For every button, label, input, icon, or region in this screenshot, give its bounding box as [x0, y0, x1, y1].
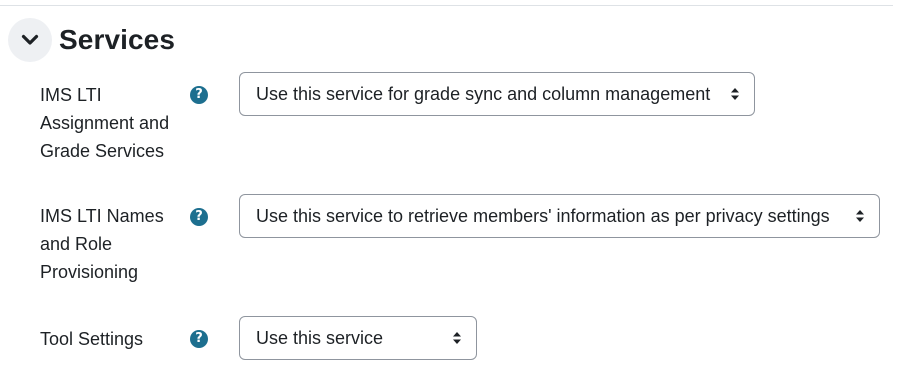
label-line: IMS LTI Names [40, 206, 164, 226]
select-value: Use this service for grade sync and colu… [256, 84, 711, 104]
field-label-tool-settings: Tool Settings [40, 325, 190, 353]
top-divider [0, 5, 893, 6]
label-line: Tool Settings [40, 329, 144, 349]
label-line: IMS LTI [40, 85, 102, 105]
names-role-provisioning-select[interactable]: Use this service to retrieve members' in… [239, 194, 880, 238]
field-label-assignment-grade-services: IMS LTI Assignment and Grade Services [40, 81, 190, 165]
label-line: Grade Services [40, 141, 165, 161]
tool-settings-select[interactable]: Use this service [239, 316, 477, 360]
label-line: Assignment and [40, 113, 170, 133]
collapse-toggle-button[interactable] [8, 18, 52, 62]
select-arrows-icon [453, 332, 461, 344]
select-arrows-icon [856, 210, 864, 222]
help-icon[interactable]: ? [190, 86, 208, 104]
chevron-down-icon [21, 34, 39, 45]
select-value: Use this service [256, 328, 384, 348]
services-section-header: Services [8, 18, 175, 62]
assignment-grade-services-select[interactable]: Use this service for grade sync and colu… [239, 72, 755, 116]
label-line: Provisioning [40, 262, 139, 282]
label-line: and Role [40, 234, 113, 254]
section-title: Services [59, 24, 176, 55]
field-label-names-role-provisioning: IMS LTI Names and Role Provisioning [40, 202, 190, 286]
select-arrows-icon [731, 88, 739, 100]
help-icon[interactable]: ? [190, 208, 208, 226]
select-value: Use this service to retrieve members' in… [256, 206, 830, 226]
help-icon[interactable]: ? [190, 330, 208, 348]
